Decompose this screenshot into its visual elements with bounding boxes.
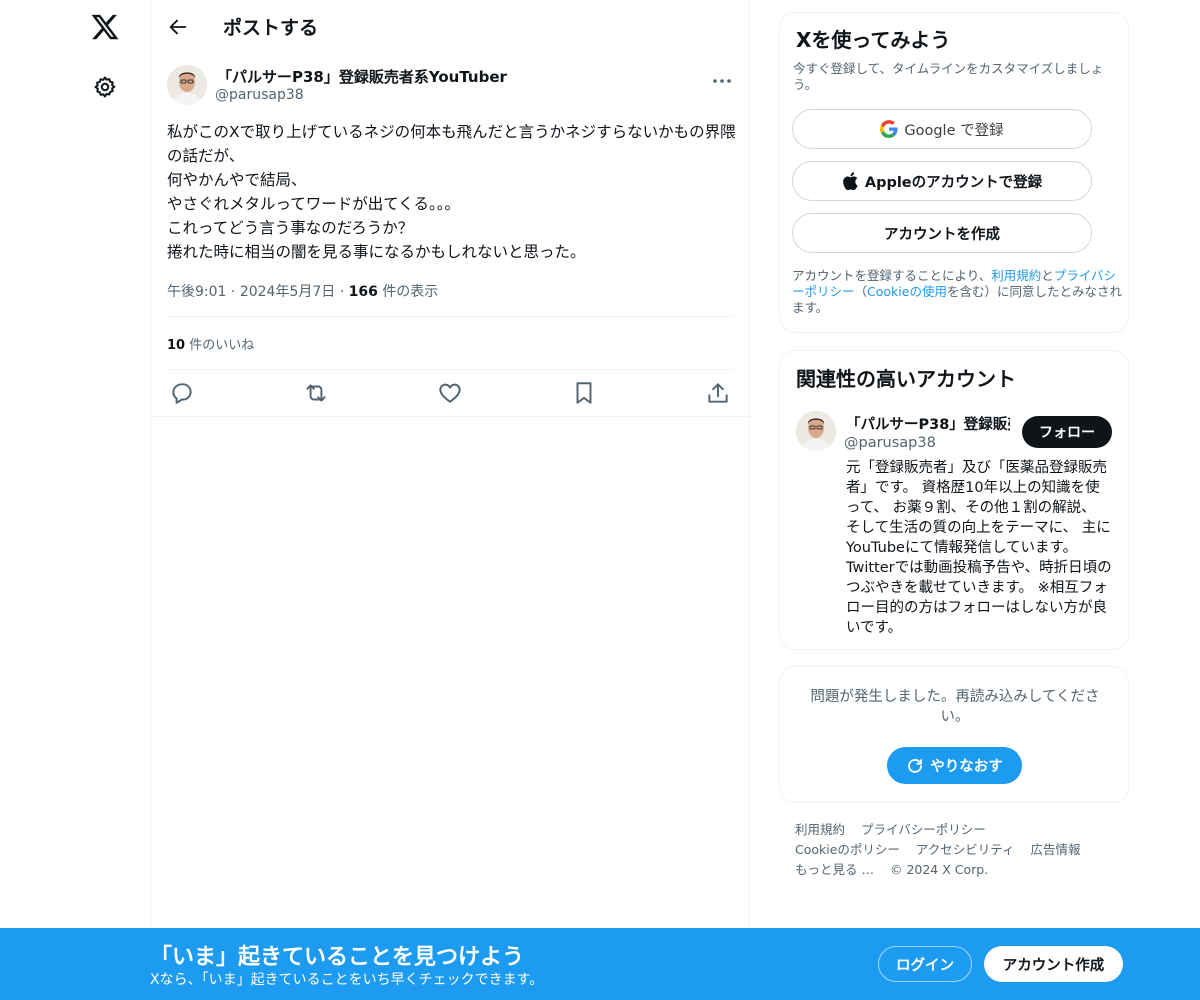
retry-button[interactable]: やりなおす: [887, 747, 1022, 784]
related-title: 関連性の高いアカウント: [796, 367, 1016, 391]
signup-button[interactable]: アカウント作成: [984, 946, 1123, 982]
apple-icon: [843, 172, 858, 190]
gear-icon[interactable]: [93, 75, 117, 99]
share-icon[interactable]: [705, 380, 731, 406]
main-column: ポストする 「パルサーP38」登録販売者系YouTuber @parusap38…: [150, 0, 750, 928]
legal-text: と: [1041, 268, 1054, 283]
like-icon[interactable]: [437, 380, 463, 406]
refresh-icon: [908, 758, 923, 773]
divider: [151, 416, 750, 417]
apple-signup-button[interactable]: Appleのアカウントで登録: [792, 161, 1092, 201]
related-name[interactable]: 「パルサーP38」登録販売者系YouTuber: [846, 413, 1010, 434]
signup-title: Xを使ってみよう: [796, 28, 951, 52]
footer-link[interactable]: アクセシビリティ: [916, 842, 1015, 857]
related-handle[interactable]: @parusap38: [844, 435, 936, 451]
google-signup-label: Google で登録: [904, 122, 1004, 139]
view-suffix: 件の表示: [382, 284, 439, 300]
bottom-banner: 「いま」起きていることを見つけよう Xなら、「いま」起きていることをいち早くチェ…: [0, 928, 1200, 1000]
author-avatar[interactable]: [167, 65, 207, 105]
author-name[interactable]: 「パルサーP38」登録販売者系YouTuber: [217, 66, 507, 87]
view-count: 166: [348, 284, 378, 300]
login-button[interactable]: ログイン: [878, 946, 972, 982]
related-bio: 元「登録販売者」及び「医薬品登録販売者」です。 資格歴10年以上の知識を使って、…: [846, 460, 1112, 636]
post-meta: 午後9:01 · 2024年5月7日 · 166 件の表示: [167, 284, 439, 300]
more-options-icon[interactable]: [710, 71, 734, 91]
page-title: ポストする: [223, 17, 319, 39]
footer-link[interactable]: Cookieのポリシー: [795, 842, 900, 857]
post-text: 私がこのXで取り上げているネジの何本も飛んだと言うかネジすらないかもの界隈の話だ…: [167, 123, 736, 261]
copyright: © 2024 X Corp.: [889, 862, 989, 877]
author-handle[interactable]: @parusap38: [215, 87, 304, 103]
reply-icon[interactable]: [169, 380, 195, 406]
left-nav: [0, 0, 150, 1000]
like-count: 10: [167, 338, 186, 353]
apple-signup-label: Appleのアカウントで登録: [864, 174, 1043, 191]
footer-links: 利用規約 プライバシーポリシー Cookieのポリシー アクセシビリティ 広告情…: [795, 820, 1125, 880]
banner-title: 「いま」起きていることを見つけよう: [150, 945, 525, 970]
bookmark-icon[interactable]: [571, 380, 597, 406]
footer-link[interactable]: プライバシーポリシー: [861, 822, 986, 837]
legal-text: （: [854, 284, 868, 299]
post-time[interactable]: 午後9:01: [167, 284, 226, 300]
error-message: 問題が発生しました。再読み込みしてください。: [810, 689, 1100, 725]
footer-link[interactable]: 利用規約: [795, 822, 845, 837]
x-logo-icon[interactable]: [90, 12, 120, 42]
signup-subtitle: 今すぐ登録して、タイムラインをカスタマイズしましょう。: [793, 61, 1104, 92]
create-account-button[interactable]: アカウントを作成: [792, 213, 1092, 253]
legal-notice: アカウントを登録することにより、利用規約とプライバシーポリシー（Cookieの使…: [792, 268, 1122, 316]
google-icon: [880, 120, 898, 138]
retry-label: やりなおす: [930, 759, 1003, 775]
post-actions: [169, 380, 739, 406]
post-author: 「パルサーP38」登録販売者系YouTuber @parusap38: [167, 65, 734, 105]
back-arrow-icon[interactable]: [167, 16, 189, 38]
top-bar: ポストする: [151, 0, 748, 53]
likes-count[interactable]: 10 件のいいね: [167, 334, 254, 353]
divider: [167, 316, 734, 317]
banner-subtitle: Xなら、「いま」起きていることをいち早くチェックできます。: [150, 972, 544, 988]
related-accounts-card: 関連性の高いアカウント 「パルサーP38」登録販売者系YouTuber @par…: [779, 350, 1129, 650]
create-account-label: アカウントを作成: [884, 226, 1000, 243]
repost-icon[interactable]: [303, 380, 329, 406]
legal-text: アカウントを登録することにより、: [792, 268, 992, 283]
related-avatar[interactable]: [796, 411, 836, 451]
google-signup-button[interactable]: Google で登録: [792, 109, 1092, 149]
post-date[interactable]: 2024年5月7日: [240, 284, 335, 300]
terms-link[interactable]: 利用規約: [991, 268, 1041, 283]
footer-link[interactable]: 広告情報: [1031, 842, 1081, 857]
follow-button[interactable]: フォロー: [1022, 416, 1112, 448]
like-suffix: 件のいいね: [189, 338, 255, 353]
signup-card: Xを使ってみよう 今すぐ登録して、タイムラインをカスタマイズしましょう。 Goo…: [779, 12, 1129, 333]
divider: [167, 369, 734, 370]
cookie-link[interactable]: Cookieの使用: [867, 284, 947, 299]
error-card: 問題が発生しました。再読み込みしてください。 やりなおす: [779, 666, 1129, 803]
footer-link[interactable]: もっと見る …: [795, 862, 874, 877]
